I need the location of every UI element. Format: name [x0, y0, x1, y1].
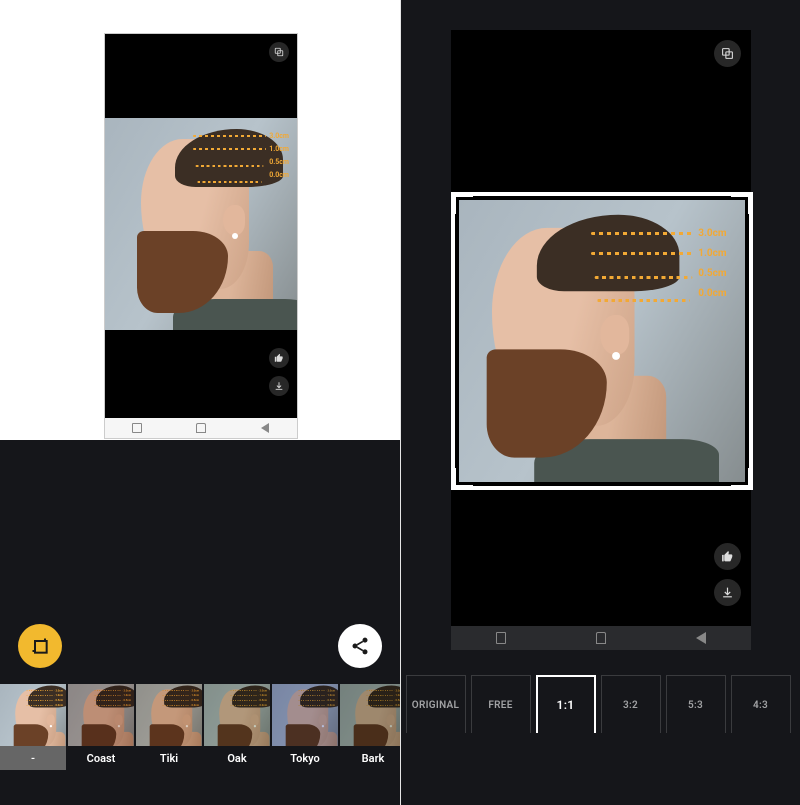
crop-handle-bl[interactable] [451, 468, 473, 490]
filter-label: Tokyo [272, 746, 338, 770]
download-icon[interactable] [269, 376, 289, 396]
recent-apps-icon[interactable] [496, 633, 506, 643]
filter-label: Oak [204, 746, 270, 770]
crop-frame[interactable]: 3.0cm 1.0cm 0.5cm 0.0cm [451, 192, 753, 490]
thumbs-up-icon[interactable] [714, 543, 741, 570]
filter-panel: 3.0cm 1.0cm 0.5cm 0.0cm [0, 0, 401, 805]
aspect-ratio-3-2[interactable]: 3:2 [601, 675, 661, 733]
hair-length-guides: 3.0cm 1.0cm 0.5cm 0.0cm [193, 132, 289, 184]
filter-strip[interactable]: 3.0cm1.0cm0.5cm0.0cm-3.0cm1.0cm0.5cm0.0c… [0, 684, 400, 772]
android-nav-bar [105, 418, 297, 438]
crop-handle-br[interactable] [731, 468, 753, 490]
filter-item-coast[interactable]: 3.0cm1.0cm0.5cm0.0cmCoast [68, 684, 134, 772]
filter-thumb: 3.0cm1.0cm0.5cm0.0cm [0, 684, 66, 746]
guide-label: 1.0cm [269, 145, 289, 153]
filter-thumb: 3.0cm1.0cm0.5cm0.0cm [204, 684, 270, 746]
guide-label: 3.0cm [269, 132, 289, 140]
aspect-ratio-1-1[interactable]: 1:1 [536, 675, 596, 733]
crop-handle-tl[interactable] [451, 192, 473, 214]
filter-item-oak[interactable]: 3.0cm1.0cm0.5cm0.0cmOak [204, 684, 270, 772]
filter-label: Coast [68, 746, 134, 770]
filter-label: - [0, 746, 66, 770]
thumbs-up-icon[interactable] [269, 348, 289, 368]
filter-label: Tiki [136, 746, 202, 770]
hair-length-guides: 3.0cm 1.0cm 0.5cm 0.0cm [591, 228, 727, 308]
filter-thumb: 3.0cm1.0cm0.5cm0.0cm [136, 684, 202, 746]
filter-item--[interactable]: 3.0cm1.0cm0.5cm0.0cm- [0, 684, 66, 772]
filter-thumb: 3.0cm1.0cm0.5cm0.0cm [68, 684, 134, 746]
guide-label: 0.5cm [269, 158, 289, 166]
android-nav-bar [451, 626, 751, 650]
recent-apps-icon[interactable] [132, 423, 142, 433]
filter-thumb: 3.0cm1.0cm0.5cm0.0cm [272, 684, 338, 746]
white-background: 3.0cm 1.0cm 0.5cm 0.0cm [0, 0, 400, 440]
download-icon[interactable] [714, 579, 741, 606]
crop-preview-stack: 3.0cm 1.0cm 0.5cm 0.0cm [451, 30, 751, 650]
aspect-ratio-4-3[interactable]: 4:3 [731, 675, 791, 733]
compare-icon[interactable] [269, 42, 289, 62]
home-icon[interactable] [196, 423, 206, 433]
guide-label: 0.5cm [698, 268, 726, 279]
guide-label: 1.0cm [698, 248, 726, 259]
aspect-ratio-free[interactable]: FREE [471, 675, 531, 733]
preview-photo: 3.0cm 1.0cm 0.5cm 0.0cm [105, 118, 297, 330]
filter-item-tiki[interactable]: 3.0cm1.0cm0.5cm0.0cmTiki [136, 684, 202, 772]
crop-handle-tr[interactable] [731, 192, 753, 214]
filter-item-bark[interactable]: 3.0cm1.0cm0.5cm0.0cmBark [340, 684, 400, 772]
aspect-ratio-original[interactable]: ORIGINAL [406, 675, 466, 733]
back-icon[interactable] [260, 423, 270, 433]
aspect-ratio-strip[interactable]: ORIGINALFREE1:13:25:34:3 [406, 675, 800, 733]
guide-label: 0.0cm [698, 288, 726, 299]
guide-label: 3.0cm [698, 228, 726, 239]
filter-label: Bark [340, 746, 400, 770]
crop-photo: 3.0cm 1.0cm 0.5cm 0.0cm [459, 200, 745, 482]
crop-button[interactable] [18, 624, 62, 668]
back-icon[interactable] [696, 633, 706, 643]
home-icon[interactable] [596, 633, 606, 643]
crop-panel: 3.0cm 1.0cm 0.5cm 0.0cm ORI [401, 0, 800, 805]
filter-thumb: 3.0cm1.0cm0.5cm0.0cm [340, 684, 400, 746]
compare-icon[interactable] [714, 40, 741, 67]
share-button[interactable] [338, 624, 382, 668]
phone-screen: 3.0cm 1.0cm 0.5cm 0.0cm [105, 34, 297, 418]
phone-frame: 3.0cm 1.0cm 0.5cm 0.0cm [105, 34, 297, 438]
filter-item-tokyo[interactable]: 3.0cm1.0cm0.5cm0.0cmTokyo [272, 684, 338, 772]
guide-label: 0.0cm [269, 171, 289, 179]
aspect-ratio-5-3[interactable]: 5:3 [666, 675, 726, 733]
